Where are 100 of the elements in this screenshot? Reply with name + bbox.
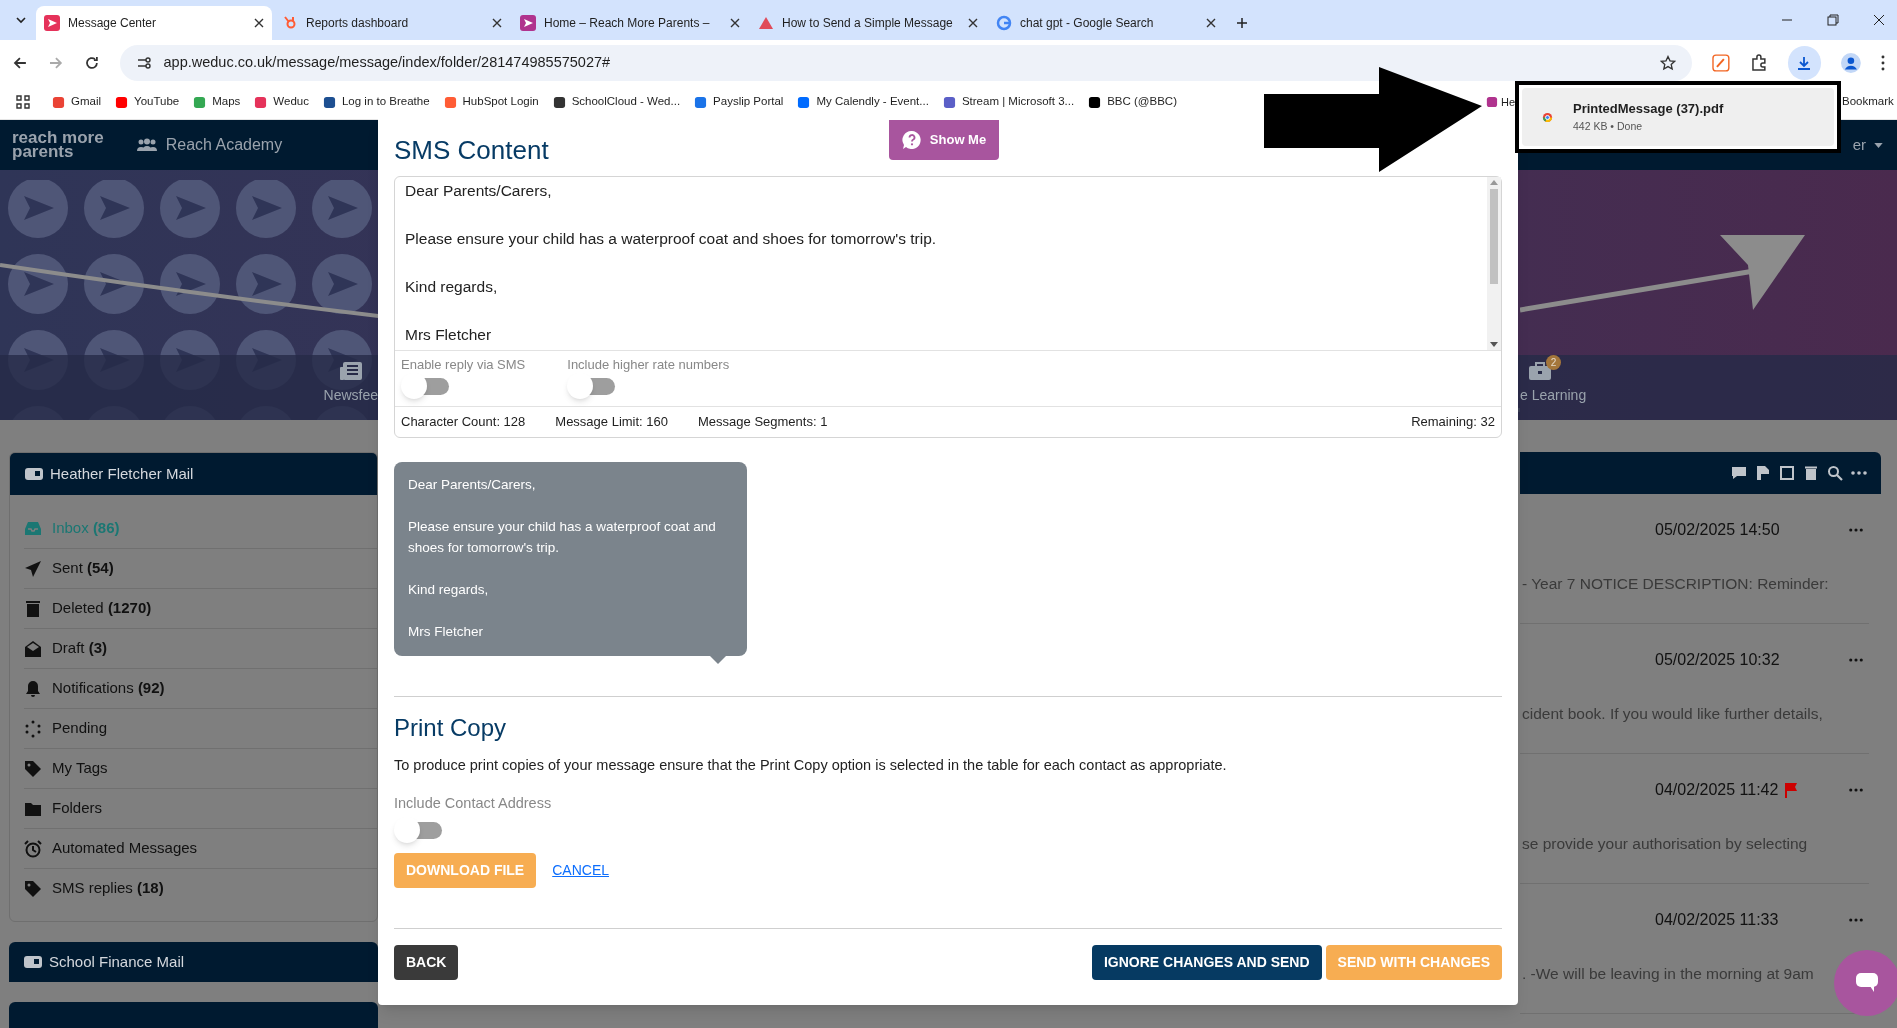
bookmark[interactable]: Gmail [52, 93, 102, 111]
message-date[interactable]: 05/02/2025 14:50 [1655, 518, 1780, 542]
cancel-link[interactable]: CANCEL [552, 859, 609, 881]
restore-icon[interactable] [1827, 14, 1839, 26]
more-icon[interactable] [1849, 528, 1863, 532]
ignore-changes-button[interactable]: IGNORE CHANGES AND SEND [1091, 944, 1322, 980]
bookmark[interactable]: SchoolCloud - Wed... [552, 93, 681, 111]
back-button[interactable]: BACK [394, 944, 459, 980]
bookmark[interactable]: My Calendly - Event... [797, 93, 929, 111]
people-icon [135, 138, 158, 152]
folder-item[interactable]: Deleted (1270) [24, 589, 377, 629]
folder-item[interactable]: My Tags [24, 749, 377, 789]
folder-item[interactable]: Folders [24, 789, 377, 829]
menu-icon[interactable] [1881, 54, 1885, 71]
folder-item[interactable]: Draft (3) [24, 629, 377, 669]
tag-icon [24, 879, 42, 898]
spinner-icon [24, 719, 42, 738]
folder-item[interactable]: Notifications (92) [24, 669, 377, 709]
site-icon [942, 95, 956, 109]
browser-tab[interactable]: How to Send a Simple Message [750, 6, 986, 40]
trash-icon[interactable] [1803, 465, 1819, 481]
arrow-logo-icon [44, 15, 60, 31]
bookmark[interactable]: HubSpot Login [443, 93, 539, 111]
toggle-switch[interactable] [401, 373, 451, 399]
bookmark[interactable]: Weduc [254, 93, 309, 111]
tab-title: Message Center [68, 15, 157, 32]
bookmark[interactable]: Stream | Microsoft 3... [942, 93, 1075, 111]
message-date[interactable]: 04/02/2025 11:33 [1655, 908, 1779, 932]
nav-item[interactable]: e Learning 2 [1520, 355, 1587, 420]
search-icon[interactable] [1827, 465, 1843, 481]
browser-tab[interactable]: Home – Reach More Parents – [512, 6, 748, 40]
download-file-name[interactable]: PrintedMessage (37).pdf [1573, 99, 1724, 119]
bookmark[interactable]: Log in to Breathe [322, 93, 430, 111]
folder-item[interactable]: SMS replies (18) [24, 869, 377, 909]
section-title: Print Copy [394, 713, 508, 743]
csv-file-icon[interactable] [1755, 465, 1771, 481]
browser-tab[interactable]: Reports dashboard [274, 6, 510, 40]
count-badge: 2 [1546, 355, 1561, 370]
star-icon[interactable] [1659, 54, 1676, 71]
comment-icon[interactable] [1731, 465, 1747, 481]
bookmark[interactable]: Payslip Portal [694, 93, 784, 111]
more-icon[interactable] [1849, 788, 1863, 792]
bell-icon [24, 679, 42, 698]
browser-tab[interactable]: Message Center [36, 6, 272, 40]
address-bar[interactable]: app.weduc.co.uk/message/message/index/folder/281474985575027# [119, 44, 1692, 81]
message-date[interactable]: 05/02/2025 10:32 [1655, 648, 1780, 672]
site-icon [115, 95, 129, 109]
print-copy-description: To produce print copies of your message ensure that the Print Copy option is selected in the table for each contact as appropriate. [394, 756, 1228, 775]
close-icon[interactable] [968, 18, 978, 28]
message-snippet: cident book. If you would like further details, [1521, 704, 1824, 724]
show-me-button[interactable]: Show Me [889, 120, 999, 160]
bookmark[interactable]: BBC (@BBC) [1088, 93, 1177, 111]
all-bookmarks-link[interactable]: Bookmark [1842, 93, 1897, 111]
site-icon [193, 95, 207, 109]
site-icon [52, 95, 65, 109]
close-icon[interactable] [730, 18, 740, 28]
newspaper-icon [338, 361, 363, 381]
scrollbar[interactable] [1487, 177, 1501, 350]
puzzle-icon[interactable] [1749, 53, 1768, 72]
toggle-switch[interactable] [394, 816, 444, 843]
scroll-down-arrow-icon[interactable] [1490, 342, 1498, 348]
nav-item[interactable]: Newsfee [323, 355, 378, 420]
triangle-logo-icon [758, 15, 774, 31]
folder-item[interactable]: Automated Messages [24, 829, 377, 869]
message-date[interactable]: 04/02/2025 11:42 [1655, 778, 1779, 802]
site-icon [694, 95, 708, 109]
folder-item[interactable]: Pending [24, 709, 377, 749]
message-field[interactable]: Dear Parents/Carers, Please ensure your child has a waterproof coat and shoes for tomorrow's trip. Kind regards, Mrs Fletcher [395, 177, 1487, 350]
user-menu[interactable]: er [1852, 133, 1883, 157]
chat-bubble-icon [1855, 972, 1879, 994]
site-icon [1088, 95, 1102, 109]
site-info-icon [135, 54, 152, 71]
apps-grid-icon[interactable] [16, 95, 30, 109]
pen-logo-icon[interactable] [1711, 53, 1730, 72]
more-icon[interactable] [1851, 471, 1867, 475]
close-icon[interactable] [1873, 14, 1885, 26]
bubble-tail [710, 656, 726, 664]
download-button[interactable] [1787, 45, 1822, 80]
bookmark[interactable]: He [1486, 93, 1515, 111]
browser-tab[interactable]: chat gpt - Google Search [988, 6, 1224, 40]
close-icon[interactable] [1206, 18, 1216, 28]
reach-more-parents-logo[interactable]: reach more parents [12, 131, 104, 159]
reload-icon[interactable] [83, 54, 100, 71]
close-icon[interactable] [254, 18, 264, 28]
school-selector[interactable]: Reach Academy [135, 133, 283, 157]
close-icon[interactable] [492, 18, 502, 28]
plus-icon[interactable] [1236, 17, 1248, 29]
message-snippet: - Year 7 NOTICE DESCRIPTION: Reminder: [1521, 574, 1830, 594]
more-icon[interactable] [1849, 658, 1863, 662]
bookmark[interactable]: Maps [193, 93, 241, 111]
mailbox-icon [24, 467, 44, 481]
more-icon[interactable] [1849, 918, 1863, 922]
profile-icon[interactable] [1841, 52, 1862, 73]
checkbox-icon[interactable] [1779, 465, 1795, 481]
folder-item[interactable]: Sent (54) [24, 549, 377, 589]
message-preview-bubble: Dear Parents/Carers, Please ensure your child has a waterproof coat and shoes for tomorrow's trip. Kind regards, Mrs Fletcher [394, 462, 747, 656]
sms-stat: Message Segments: 1 [698, 413, 828, 432]
chevron-down-icon[interactable] [15, 14, 27, 26]
bookmark[interactable]: YouTube [115, 93, 180, 111]
inbox-tray-icon [24, 519, 42, 538]
